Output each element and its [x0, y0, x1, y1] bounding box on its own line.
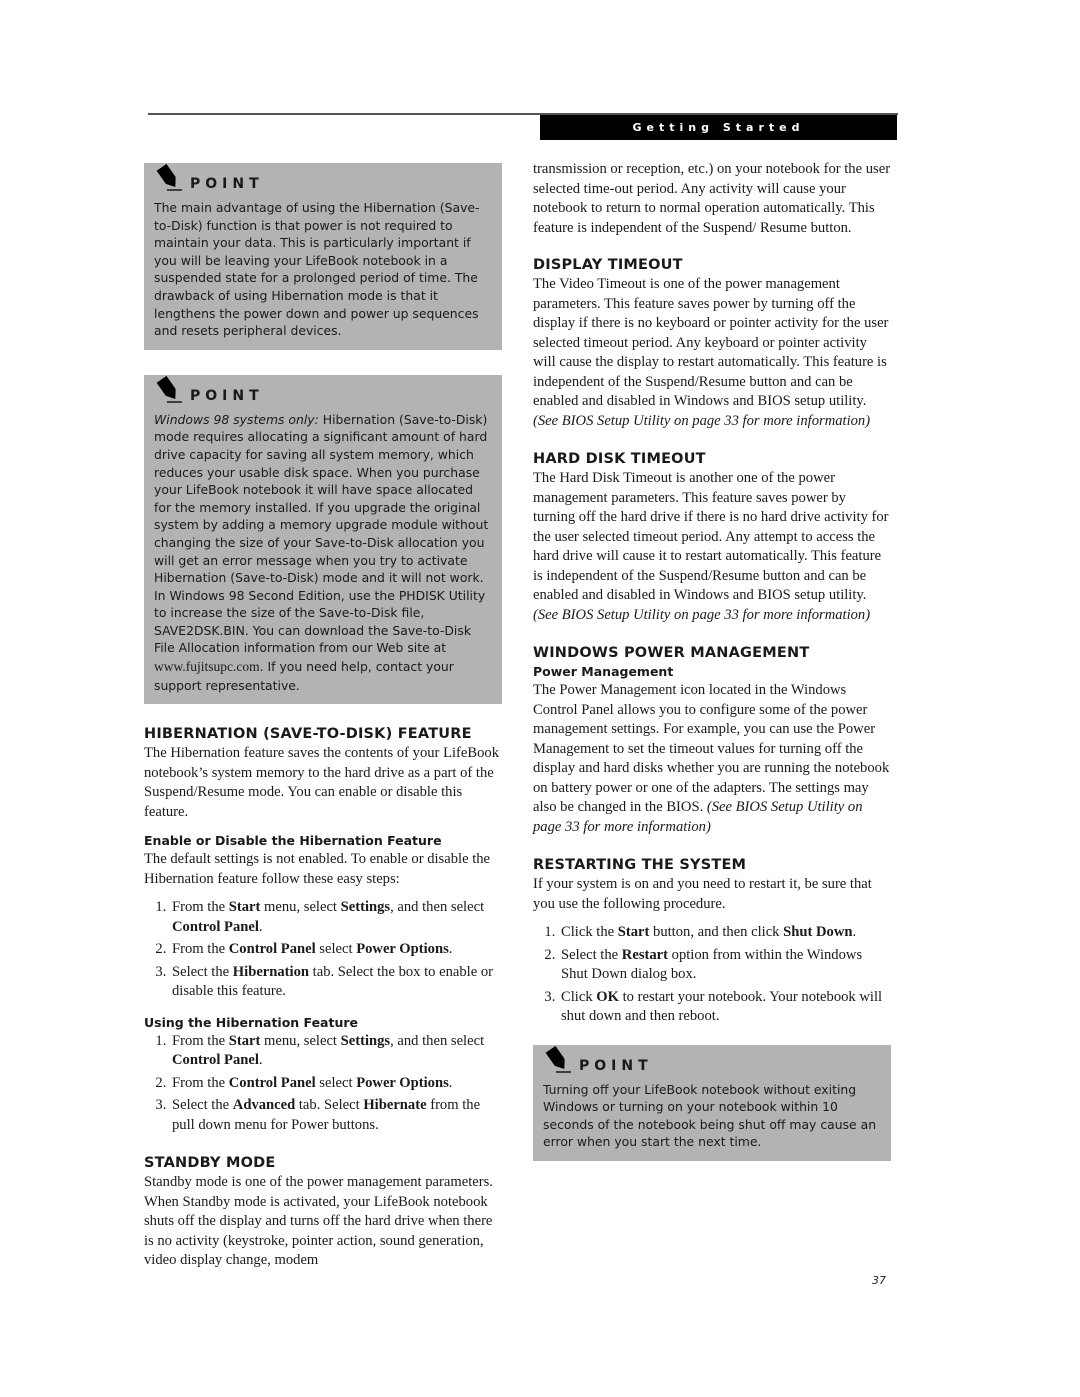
section-heading: RESTARTING THE SYSTEM — [533, 857, 747, 873]
point-note: POINT Turning off your LifeBook notebook… — [533, 1044, 891, 1161]
subheading: Using the Hibernation Feature — [144, 1014, 359, 1030]
section-header-bar: Getting Started — [540, 115, 897, 140]
cross-reference: (See BIOS Setup Utility on page 33 for m… — [533, 606, 871, 623]
point-title: POINT — [190, 388, 264, 405]
point-title: POINT — [190, 176, 264, 193]
list-item: From the Control Panel select Power Opti… — [170, 1074, 502, 1094]
paragraph: The default settings is not enabled. To … — [144, 851, 491, 887]
list-item: Select the Hibernation tab. Select the b… — [170, 963, 502, 1002]
point-text: The main advantage of using the Hibernat… — [154, 200, 480, 339]
right-column: transmission or reception, etc.) on your… — [533, 160, 891, 1161]
list-item: Click the Start button, and then click S… — [559, 923, 891, 943]
point-text: Turning off your LifeBook notebook witho… — [543, 1081, 877, 1150]
website-link[interactable]: www.fujitsupc.com — [154, 659, 260, 674]
point-header: POINT — [154, 376, 492, 409]
list-item: From the Start menu, select Settings, an… — [170, 898, 502, 937]
list-item: From the Control Panel select Power Opti… — [170, 940, 502, 960]
subheading: Power Management — [533, 664, 674, 679]
point-title: POINT — [579, 1057, 653, 1074]
point-note: POINT Windows 98 systems only: Hibernati… — [144, 374, 502, 705]
section-heading: DISPLAY TIMEOUT — [533, 257, 683, 273]
paragraph: The Power Management icon located in the… — [533, 682, 890, 835]
hibernation-section: HIBERNATION (SAVE-TO-DISK) FEATURE The H… — [144, 724, 502, 1271]
cross-reference: (See BIOS Setup Utility on page 33 for m… — [533, 412, 871, 429]
section-heading: STANDBY MODE — [144, 1155, 276, 1172]
list-item: Click OK to restart your notebook. Your … — [559, 988, 891, 1027]
using-steps-list: From the Start menu, select Settings, an… — [144, 1032, 502, 1136]
point-header: POINT — [154, 164, 492, 197]
list-item: Select the Restart option from within th… — [559, 946, 891, 985]
enable-steps-list: From the Start menu, select Settings, an… — [144, 898, 502, 1002]
pencil-icon — [154, 164, 184, 197]
paragraph: The Video Timeout is one of the power ma… — [533, 276, 889, 429]
section-title: Getting Started — [632, 121, 805, 134]
paragraph: If your system is on and you need to res… — [533, 876, 872, 912]
left-column: POINT The main advantage of using the Hi… — [144, 163, 502, 1271]
point-note: POINT The main advantage of using the Hi… — [144, 163, 502, 350]
restart-steps-list: Click the Start button, and then click S… — [533, 923, 891, 1027]
point-header: POINT — [543, 1045, 881, 1079]
pencil-icon — [543, 1045, 573, 1079]
page-number: 37 — [872, 1274, 886, 1287]
paragraph: The Hard Disk Timeout is another one of … — [533, 470, 889, 623]
paragraph: The Hibernation feature saves the conten… — [144, 745, 499, 820]
subheading: Enable or Disable the Hibernation Featur… — [144, 833, 442, 849]
point-text: Windows 98 systems only: Hibernation (Sa… — [154, 411, 489, 693]
section-heading: WINDOWS POWER MANAGEMENT — [533, 645, 810, 661]
paragraph: transmission or reception, etc.) on your… — [533, 161, 891, 236]
list-item: Select the Advanced tab. Select Hibernat… — [170, 1096, 502, 1135]
point-lead: Windows 98 systems only: — [154, 411, 319, 427]
section-heading: HARD DISK TIMEOUT — [533, 451, 706, 467]
section-heading: HIBERNATION (SAVE-TO-DISK) FEATURE — [144, 726, 472, 743]
list-item: From the Start menu, select Settings, an… — [170, 1032, 502, 1071]
pencil-icon — [154, 376, 184, 409]
paragraph: Standby mode is one of the power managem… — [144, 1174, 493, 1269]
